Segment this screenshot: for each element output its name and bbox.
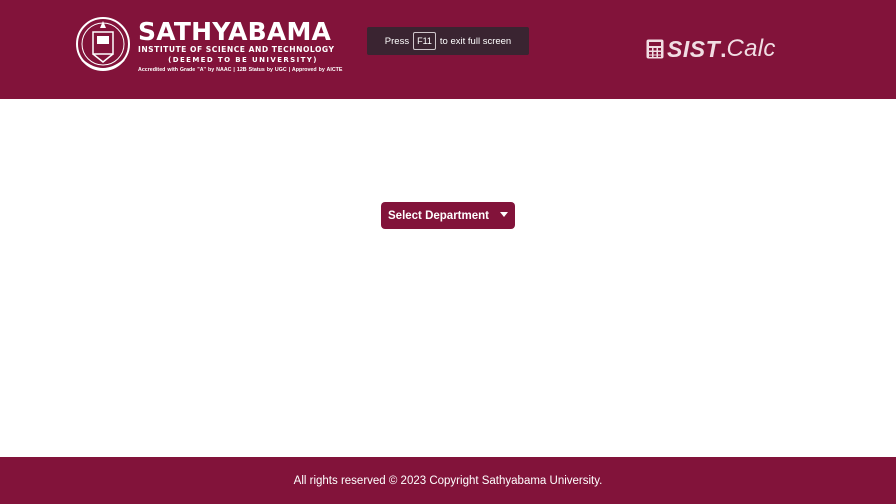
university-logo[interactable]: SATHYABAMA INSTITUTE OF SCIENCE AND TECH… bbox=[74, 16, 354, 80]
page-footer: All rights reserved © 2023 Copyright Sat… bbox=[0, 457, 896, 504]
top-header: SATHYABAMA INSTITUTE OF SCIENCE AND TECH… bbox=[0, 0, 896, 99]
logo-text: SATHYABAMA INSTITUTE OF SCIENCE AND TECH… bbox=[138, 18, 358, 75]
university-deemed-status: (DEEMED TO BE UNIVERSITY) bbox=[168, 56, 318, 64]
university-subtitle: INSTITUTE OF SCIENCE AND TECHNOLOGY bbox=[138, 45, 335, 54]
fullscreen-notice-suffix: to exit full screen bbox=[439, 35, 512, 47]
university-name: SATHYABAMA bbox=[138, 17, 332, 46]
brand-calc: Calc bbox=[726, 35, 776, 62]
sist-calc-brand[interactable]: SIST. Calc bbox=[646, 34, 776, 64]
university-accreditation: Accredited with Grade "A" by NAAC | 12B … bbox=[138, 67, 343, 73]
select-department-label: Select Department bbox=[388, 209, 489, 222]
fullscreen-notice-prefix: Press bbox=[384, 35, 410, 47]
fullscreen-notice: Press F11 to exit full screen bbox=[367, 27, 529, 55]
f11-key-badge: F11 bbox=[413, 32, 436, 50]
select-department-dropdown[interactable]: Select Department bbox=[381, 202, 515, 229]
footer-copyright-text: All rights reserved © 2023 Copyright Sat… bbox=[293, 474, 603, 487]
caret-down-icon bbox=[499, 212, 508, 217]
university-emblem-icon bbox=[76, 17, 130, 71]
calculator-icon bbox=[646, 39, 664, 59]
brand-sist: SIST bbox=[667, 35, 721, 62]
